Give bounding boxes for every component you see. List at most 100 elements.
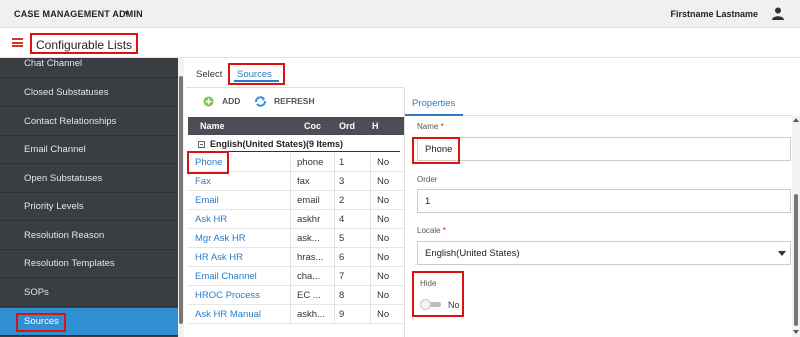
cell-order: 9 xyxy=(339,309,345,320)
cell-code: askhr xyxy=(297,214,321,225)
properties-scrollbar[interactable] xyxy=(792,116,800,337)
hide-toggle-value: No xyxy=(448,300,460,310)
grid-toolbar: ADD REFRESH xyxy=(186,88,404,116)
collapse-group-icon[interactable] xyxy=(198,141,205,148)
cell-code: fax xyxy=(297,176,310,187)
phone-row-highlight xyxy=(187,151,229,174)
sidebar-item-label: Email Channel xyxy=(24,144,86,155)
table-row[interactable]: HROC Process EC ... 8 No xyxy=(188,286,404,305)
page-title: Configurable Lists xyxy=(36,38,133,52)
sidebar-item-label: Open Substatuses xyxy=(24,173,103,184)
order-field[interactable]: 1 xyxy=(417,189,791,213)
name-field[interactable]: Phone xyxy=(417,137,791,161)
cell-name[interactable]: Email xyxy=(195,195,285,206)
sidebar-item-resolution-reason[interactable]: Resolution Reason xyxy=(0,222,178,250)
table-row[interactable]: Email email 2 No xyxy=(188,191,404,210)
cell-hide: No xyxy=(377,214,390,225)
cell-hide: No xyxy=(377,290,390,301)
sidebar-item-label: Resolution Templates xyxy=(24,258,115,269)
app-menu-caret-icon[interactable]: ▼ xyxy=(123,9,131,18)
sidebar-item-contact-relationships[interactable]: Contact Relationships xyxy=(0,108,178,136)
sidebar-item-label: SOPs xyxy=(24,287,49,298)
hamburger-menu-icon[interactable] xyxy=(12,38,23,47)
table-row[interactable]: Ask HR askhr 4 No xyxy=(188,210,404,229)
sidebar-scrollbar[interactable] xyxy=(178,58,184,337)
add-icon[interactable] xyxy=(203,96,214,107)
sidebar-item-label: Closed Substatuses xyxy=(24,87,109,98)
cell-hide: No xyxy=(377,233,390,244)
name-field-label: Name * xyxy=(417,122,444,131)
cell-hide: No xyxy=(377,176,390,187)
sources-highlight xyxy=(16,313,66,332)
column-header-hide[interactable]: H xyxy=(372,121,379,131)
sidebar-item-sources[interactable]: Sources xyxy=(0,308,178,336)
column-header-code[interactable]: Coc xyxy=(304,121,321,131)
cell-code: cha... xyxy=(297,271,321,282)
locale-select[interactable]: English(United States) xyxy=(417,241,791,265)
sidebar-item-open-substatuses[interactable]: Open Substatuses xyxy=(0,165,178,193)
tab-properties[interactable]: Properties xyxy=(412,98,455,109)
chevron-down-icon[interactable] xyxy=(778,251,786,256)
table-row[interactable]: HR Ask HR hras... 6 No xyxy=(188,248,404,267)
sidebar-item-email-channel[interactable]: Email Channel xyxy=(0,136,178,164)
user-icon[interactable] xyxy=(772,7,784,20)
cell-order: 7 xyxy=(339,271,345,282)
tab-select[interactable]: Select xyxy=(196,69,222,80)
table-row[interactable]: Ask HR Manual askh... 9 No xyxy=(188,305,404,324)
sidebar-item-closed-substatuses[interactable]: Closed Substatuses xyxy=(0,79,178,107)
column-header-order[interactable]: Ord xyxy=(339,121,355,131)
sidebar-item-label: Resolution Reason xyxy=(24,230,105,241)
cell-name[interactable]: HR Ask HR xyxy=(195,252,285,263)
grid-header: Name Coc Ord H xyxy=(188,117,404,135)
add-button[interactable]: ADD xyxy=(222,96,240,106)
cell-hide: No xyxy=(377,271,390,282)
refresh-button[interactable]: REFRESH xyxy=(274,96,315,106)
tab-sources[interactable]: Sources xyxy=(228,63,285,85)
group-label: English(United States)(9 Items) xyxy=(210,139,344,149)
cell-name[interactable]: Ask HR Manual xyxy=(195,309,285,320)
cell-hide: No xyxy=(377,252,390,263)
column-header-name[interactable]: Name xyxy=(200,121,225,131)
cell-hide: No xyxy=(377,157,390,168)
sidebar-item-label: Priority Levels xyxy=(24,201,84,212)
cell-name[interactable]: Fax xyxy=(195,176,285,187)
cell-hide: No xyxy=(377,195,390,206)
cell-code: EC ... xyxy=(297,290,321,301)
active-tab-indicator xyxy=(405,114,463,116)
cell-name[interactable]: Ask HR xyxy=(195,214,285,225)
locale-select-value: English(United States) xyxy=(425,248,520,259)
cell-order: 8 xyxy=(339,290,345,301)
cell-name[interactable]: Mgr Ask HR xyxy=(195,233,285,244)
cell-name[interactable]: HROC Process xyxy=(195,290,285,301)
sidebar-item-priority-levels[interactable]: Priority Levels xyxy=(0,193,178,221)
sidebar-item-label: Contact Relationships xyxy=(24,116,117,127)
table-row[interactable]: Mgr Ask HR ask... 5 No xyxy=(188,229,404,248)
cell-order: 1 xyxy=(339,157,345,168)
sidebar-item-label: Chat Channel xyxy=(24,58,83,69)
order-field-label: Order xyxy=(417,175,438,184)
cell-code: hras... xyxy=(297,252,324,263)
cell-order: 5 xyxy=(339,233,345,244)
top-bar: CASE MANAGEMENT ADMIN ▼ Firstname Lastna… xyxy=(0,0,800,28)
cell-code: phone xyxy=(297,157,324,168)
scroll-up-icon xyxy=(793,118,799,122)
cell-code: ask... xyxy=(297,233,320,244)
tab-sources-label: Sources xyxy=(237,69,272,80)
cell-code: askh... xyxy=(297,309,325,320)
page-header: Configurable Lists xyxy=(0,28,800,58)
sidebar: Chat Channel Closed Substatuses Contact … xyxy=(0,58,178,337)
hide-toggle-knob[interactable] xyxy=(420,299,431,310)
sidebar-item-resolution-templates[interactable]: Resolution Templates xyxy=(0,250,178,278)
cell-hide: No xyxy=(377,309,390,320)
cell-order: 6 xyxy=(339,252,345,263)
sidebar-item-chat-channel[interactable]: Chat Channel xyxy=(0,58,178,78)
table-row[interactable]: Email Channel cha... 7 No xyxy=(188,267,404,286)
hide-field-highlight xyxy=(412,271,464,317)
cell-name[interactable]: Email Channel xyxy=(195,271,285,282)
sidebar-item-sops[interactable]: SOPs xyxy=(0,279,178,307)
user-name[interactable]: Firstname Lastname xyxy=(670,9,758,19)
table-row[interactable]: Fax fax 3 No xyxy=(188,172,404,191)
scroll-down-icon xyxy=(793,330,799,334)
refresh-icon[interactable] xyxy=(255,96,266,107)
name-field-highlight xyxy=(412,137,460,164)
